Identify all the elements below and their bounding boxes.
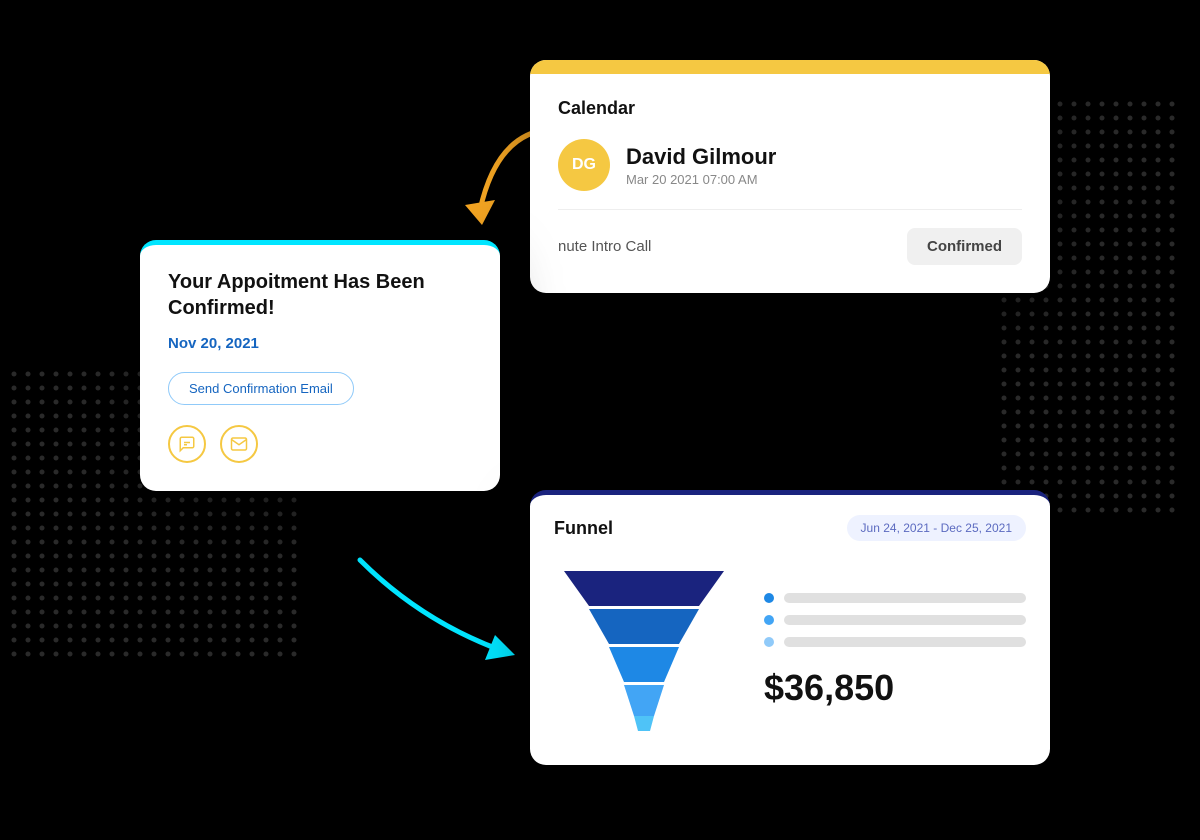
- mail-icon[interactable]: [220, 425, 258, 463]
- avatar: DG: [558, 139, 610, 191]
- calendar-card: Calendar DG David Gilmour Mar 20 2021 07…: [530, 60, 1050, 293]
- cyan-arrow: [340, 540, 540, 680]
- appointment-card: Your Appoitment Has Been Confirmed! Nov …: [140, 240, 500, 491]
- contact-date: Mar 20 2021 07:00 AM: [626, 172, 776, 187]
- legend-item-1: [764, 593, 1026, 603]
- funnel-amount: $36,850: [764, 667, 1026, 709]
- funnel-visual: [554, 561, 734, 741]
- calendar-header-bar: [530, 60, 1050, 74]
- meeting-label: nute Intro Call: [558, 238, 907, 255]
- contact-name: David Gilmour: [626, 144, 776, 170]
- appointment-title: Your Appoitment Has Been Confirmed!: [168, 269, 472, 321]
- legend-bar-3: [784, 637, 1026, 647]
- legend-item-2: [764, 615, 1026, 625]
- legend-dot-1: [764, 593, 774, 603]
- legend-bar-1: [784, 593, 1026, 603]
- funnel-legend: [764, 593, 1026, 647]
- legend-bar-2: [784, 615, 1026, 625]
- chat-icon[interactable]: [168, 425, 206, 463]
- legend-dot-3: [764, 637, 774, 647]
- appointment-date: Nov 20, 2021: [168, 335, 472, 352]
- legend-dot-2: [764, 615, 774, 625]
- confirmed-badge: Confirmed: [907, 228, 1022, 265]
- legend-item-3: [764, 637, 1026, 647]
- funnel-date-range: Jun 24, 2021 - Dec 25, 2021: [847, 515, 1026, 541]
- calendar-title: Calendar: [558, 98, 1022, 119]
- funnel-title: Funnel: [554, 518, 613, 539]
- send-confirmation-button[interactable]: Send Confirmation Email: [168, 372, 354, 405]
- calendar-divider: [558, 209, 1022, 210]
- funnel-card: Funnel Jun 24, 2021 - Dec 25, 2021: [530, 490, 1050, 765]
